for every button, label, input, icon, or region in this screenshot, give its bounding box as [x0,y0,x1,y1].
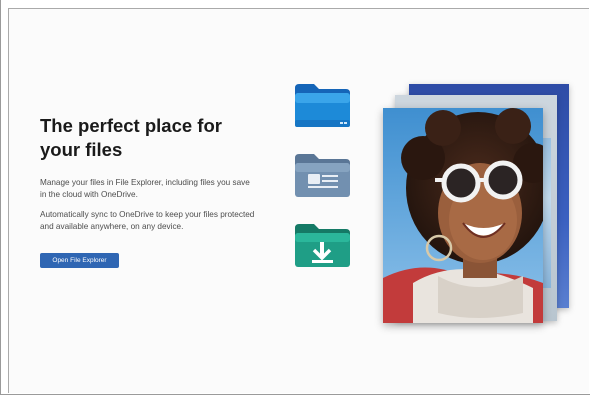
photo-stack-illustration [381,83,571,328]
sky-photo-edge [543,138,551,288]
open-file-explorer-button[interactable]: Open File Explorer [40,253,119,268]
woman-with-sunglasses-photo [383,108,543,323]
file-explorer-welcome-page: The perfect place for your files Manage … [0,0,590,395]
download-folder-icon [294,222,351,268]
page-title: The perfect place for your files [40,115,222,160]
description-manage-files: Manage your files in File Explorer, incl… [40,178,250,199]
description-sync-onedrive: Automatically sync to OneDrive to keep y… [40,210,255,231]
blue-folder-icon [294,82,351,128]
document-folder-icon [294,152,351,198]
